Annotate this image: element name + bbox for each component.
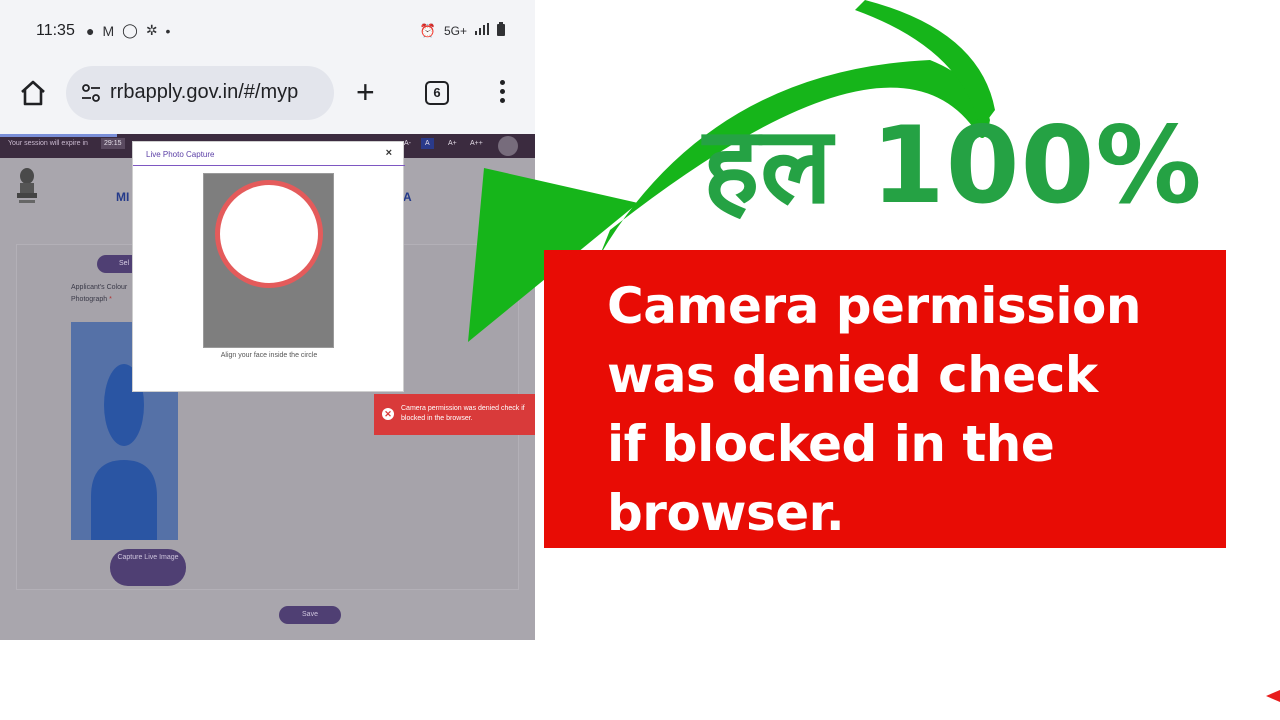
error-banner: Camera permission was denied check if bl…: [544, 250, 1226, 548]
notification-icons: ● M ◯ ✲ •: [86, 22, 170, 39]
face-guide-circle: [215, 180, 323, 288]
font-normal-button[interactable]: A: [421, 138, 434, 149]
browser-toolbar: rrbapply.gov.in/#/myp + 6: [0, 64, 535, 134]
tab-switcher-button[interactable]: 6: [425, 81, 449, 105]
save-button[interactable]: Save: [279, 606, 341, 624]
whatsapp-icon: ◯: [122, 22, 138, 38]
error-icon: ✕: [382, 408, 394, 420]
camera-preview: [203, 173, 334, 348]
capture-live-image-button[interactable]: Capture Live Image: [110, 549, 186, 586]
settings-icon: ✲: [145, 22, 158, 38]
thumbnail: 11:35 ● M ◯ ✲ • ⏰ 5G+ rrbapply.gov.in/#/…: [0, 0, 1280, 720]
toast-message: Camera permission was denied check if bl…: [401, 405, 525, 422]
header-title-right: A: [403, 190, 412, 204]
national-emblem-icon: [14, 166, 40, 206]
status-time: 11:35: [36, 22, 75, 39]
corner-logo-icon: [1266, 690, 1280, 702]
modal-title: Live Photo Capture: [146, 150, 215, 159]
page-load-progress: [0, 134, 117, 137]
banner-line: if blocked in the: [607, 415, 1055, 473]
font-increase-button[interactable]: A+: [444, 138, 461, 149]
home-icon[interactable]: [18, 78, 48, 108]
required-mark: *: [109, 296, 112, 303]
status-bar: 11:35 ● M ◯ ✲ • ⏰ 5G+: [0, 0, 535, 64]
banner-line: browser.: [607, 484, 845, 542]
applicant-photo-label-text: Applicant's Colour Photograph: [71, 284, 128, 303]
chat-icon: ●: [86, 22, 95, 39]
banner-text: Camera permission was denied check if bl…: [607, 272, 1167, 548]
modal-header: Live Photo Capture ×: [133, 142, 405, 166]
url-text[interactable]: rrbapply.gov.in/#/myp: [110, 81, 328, 104]
new-tab-icon[interactable]: +: [356, 76, 375, 108]
site-settings-icon[interactable]: [80, 82, 102, 104]
gmail-icon: M: [102, 22, 115, 39]
session-timer: 29:15: [101, 138, 125, 149]
alarm-icon: ⏰: [419, 22, 436, 38]
live-photo-modal: Live Photo Capture × Align your face ins…: [132, 141, 405, 392]
more-notifications-icon: •: [165, 22, 171, 39]
banner-line: was denied check: [607, 346, 1098, 404]
modal-hint: Align your face inside the circle: [220, 352, 318, 359]
error-toast[interactable]: ✕ Camera permission was denied check if …: [374, 394, 535, 435]
session-text: Your session will expire in: [8, 140, 88, 147]
address-bar[interactable]: rrbapply.gov.in/#/myp: [66, 66, 334, 120]
headline-text: हल 100%: [703, 104, 1203, 227]
close-icon[interactable]: ×: [386, 147, 392, 159]
header-title-left: MI: [116, 190, 130, 204]
phone-screenshot: 11:35 ● M ◯ ✲ • ⏰ 5G+ rrbapply.gov.in/#/…: [0, 0, 535, 640]
banner-line: Camera permission: [607, 277, 1141, 335]
